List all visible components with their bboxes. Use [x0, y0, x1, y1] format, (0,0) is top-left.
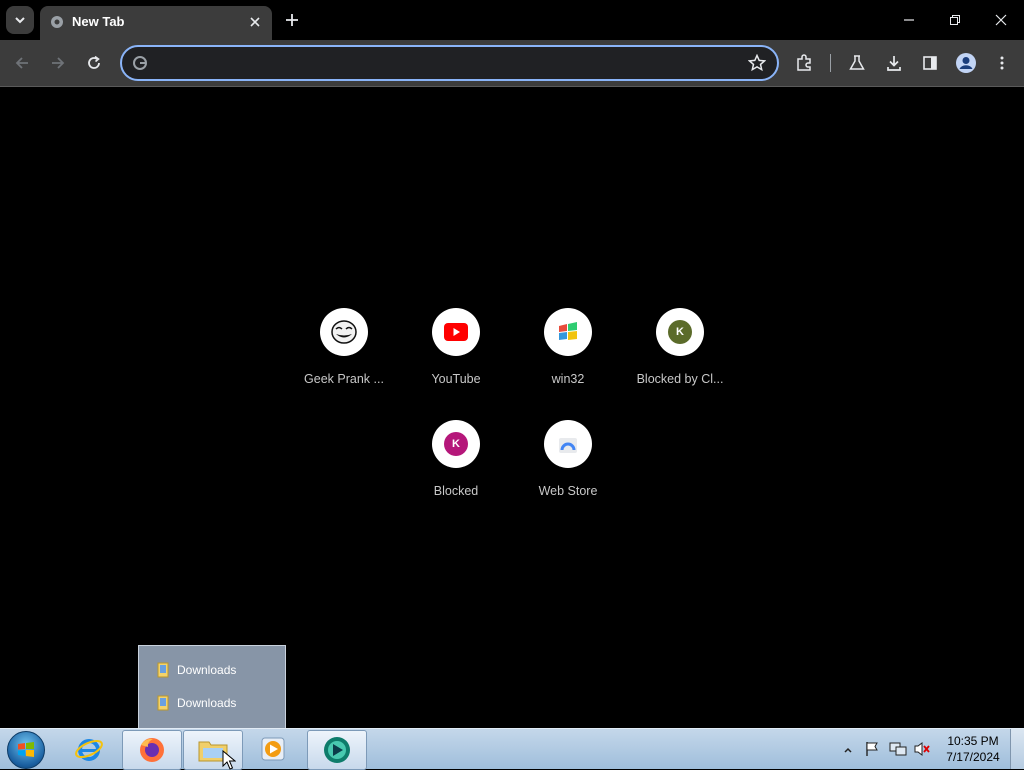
- tab-title: New Tab: [72, 14, 125, 29]
- shortcut-icon-holder: [544, 308, 592, 356]
- new-tab-button[interactable]: [280, 8, 304, 32]
- troll-face-icon: [331, 320, 357, 344]
- web-store-icon: [559, 438, 577, 453]
- start-button[interactable]: [7, 731, 45, 769]
- windows-logo-icon: [18, 742, 34, 757]
- tray-expand-button[interactable]: [843, 742, 855, 754]
- internet-explorer-icon: [75, 739, 103, 761]
- shortcut-tile[interactable]: Geek Prank ...: [288, 308, 400, 408]
- taskbar: 10:35 PM 7/17/2024: [0, 728, 1024, 770]
- downloads-button[interactable]: [880, 49, 908, 77]
- toolbar-separator: [830, 54, 831, 72]
- download-icon: [887, 56, 901, 71]
- shortcut-tile[interactable]: Web Store: [512, 420, 624, 520]
- taskbar-chrome-window[interactable]: [307, 730, 367, 770]
- shortcut-label: Blocked: [433, 484, 479, 498]
- back-button[interactable]: [8, 49, 36, 77]
- puzzle-icon: [797, 54, 811, 71]
- bookmark-button[interactable]: [745, 51, 769, 75]
- plus-icon: [286, 14, 298, 26]
- star-icon: [748, 54, 766, 72]
- shortcut-label: Web Store: [538, 484, 598, 498]
- letter-k-icon: K: [668, 320, 692, 344]
- taskbar-firefox[interactable]: [122, 730, 182, 770]
- action-center-icon-wrap[interactable]: [864, 741, 880, 762]
- shortcut-tile[interactable]: YouTube: [400, 308, 512, 408]
- close-window-button[interactable]: [981, 6, 1021, 34]
- jumplist-item[interactable]: Downloads: [157, 692, 277, 714]
- clock-time: 10:35 PM: [947, 734, 999, 748]
- shortcut-label: Geek Prank ...: [304, 372, 384, 386]
- arrow-left-icon: [15, 57, 28, 69]
- side-panel-icon: [923, 56, 937, 70]
- system-clock[interactable]: 10:35 PM 7/17/2024: [938, 733, 1008, 765]
- address-input[interactable]: [156, 52, 740, 76]
- tab-new-tab[interactable]: New Tab: [40, 6, 272, 40]
- side-panel-button[interactable]: [916, 49, 944, 77]
- chrome-icon: [51, 16, 63, 28]
- taskbar-media-player[interactable]: [244, 730, 302, 768]
- shortcut-icon-holder: K: [656, 308, 704, 356]
- flask-icon: [849, 55, 865, 70]
- restore-button[interactable]: [935, 6, 975, 34]
- shortcut-icon-holder: K: [432, 420, 480, 468]
- network-icon-wrap[interactable]: [889, 741, 907, 762]
- media-player-icon: [261, 737, 285, 761]
- jumplist-item-label: Downloads: [177, 663, 237, 677]
- shortcut-icon-holder: [432, 308, 480, 356]
- chevron-down-icon: [15, 17, 25, 24]
- network-icon: [889, 742, 907, 756]
- minimize-icon: [904, 19, 914, 21]
- jumplist-item[interactable]: Downloads: [157, 659, 277, 681]
- close-icon: [250, 17, 260, 27]
- menu-button[interactable]: [988, 49, 1016, 77]
- shortcut-label: win32: [551, 372, 585, 386]
- extensions-button[interactable]: [790, 49, 818, 77]
- windows-flag-icon: [559, 322, 577, 340]
- kebab-menu-icon: [1000, 56, 1004, 70]
- taskbar-internet-explorer[interactable]: [60, 730, 118, 768]
- volume-muted-icon: [914, 742, 930, 756]
- youtube-icon: [444, 323, 468, 341]
- close-icon: [995, 14, 1007, 26]
- shortcut-tile[interactable]: win32: [512, 308, 624, 408]
- flag-icon: [866, 742, 878, 756]
- tab-close-button[interactable]: [246, 13, 264, 31]
- minimize-button[interactable]: [889, 6, 929, 34]
- firefox-icon: [140, 738, 164, 762]
- folder-icon: [157, 662, 169, 678]
- reload-button[interactable]: [80, 49, 108, 77]
- arrow-right-icon: [52, 57, 65, 69]
- volume-icon-wrap[interactable]: [913, 741, 931, 762]
- toolbar: [0, 40, 1024, 87]
- forward-button[interactable]: [44, 49, 72, 77]
- address-bar[interactable]: [120, 45, 779, 81]
- browser-app-icon: [324, 737, 350, 763]
- show-desktop-button[interactable]: [1010, 729, 1024, 769]
- shortcut-icon-holder: [320, 308, 368, 356]
- shortcut-label: Blocked by Cl...: [636, 372, 724, 386]
- avatar-icon: [956, 53, 976, 73]
- chevron-up-icon: [844, 747, 852, 753]
- reload-icon: [88, 55, 100, 69]
- shortcut-tile[interactable]: K Blocked by Cl...: [624, 308, 736, 408]
- mouse-cursor-icon: [222, 750, 236, 770]
- letter-k-icon: K: [444, 432, 468, 456]
- jumplist-item-label: Downloads: [177, 696, 237, 710]
- search-engine-icon: [133, 56, 147, 70]
- restore-icon: [950, 15, 960, 25]
- shortcut-icon-holder: [544, 420, 592, 468]
- clock-date: 7/17/2024: [946, 750, 1000, 764]
- tab-strip: New Tab: [0, 0, 1024, 40]
- taskbar-jumplist-popup: Downloads Downloads: [138, 645, 286, 729]
- labs-button[interactable]: [843, 49, 871, 77]
- shortcut-tile[interactable]: K Blocked: [400, 420, 512, 520]
- tab-search-button[interactable]: [6, 6, 34, 34]
- folder-icon: [157, 695, 169, 711]
- profile-button[interactable]: [952, 49, 980, 77]
- shortcut-label: YouTube: [431, 372, 481, 386]
